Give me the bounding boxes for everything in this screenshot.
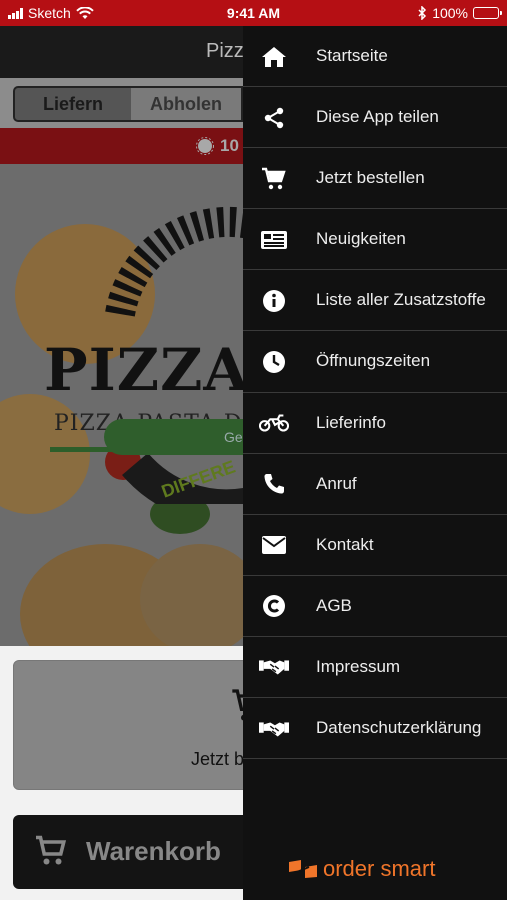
tab-abholen[interactable]: Abholen — [131, 86, 243, 122]
cart-button[interactable]: Warenkorb — [13, 815, 273, 889]
mail-icon — [259, 515, 289, 576]
copyright-icon — [259, 576, 289, 637]
menu-item-label: Jetzt bestellen — [316, 168, 425, 188]
hero-button[interactable]: Ge — [104, 419, 264, 455]
info-icon — [259, 270, 289, 331]
logo-title: PIZZA — [44, 336, 243, 404]
share-icon — [259, 87, 289, 148]
app-title: Pizz — [206, 40, 244, 62]
menu-item-label: Impressum — [316, 656, 401, 676]
brand-logo: order smart — [287, 856, 435, 882]
menu-item-share-app[interactable]: Diese App teilen — [243, 87, 507, 149]
menu-item-privacy[interactable]: Datenschutzerklärung — [243, 698, 507, 760]
hero-button-label: Ge — [224, 429, 243, 445]
menu-item-agb[interactable]: AGB — [243, 576, 507, 637]
menu-item-label: Startseite — [316, 46, 388, 65]
handshake-icon — [259, 698, 289, 759]
status-bar: Sketch 9:41 AM 100% — [0, 0, 507, 26]
motorbike-icon — [259, 393, 289, 454]
clock-icon — [259, 331, 289, 392]
hero-image: PIZZA PIZZA-PASTA-DO DIFFERE — [0, 164, 243, 646]
menu-item-label: Datenschutzerklärung — [316, 718, 482, 738]
drawer-menu: Startseite Diese App teilen Jetzt bestel… — [243, 26, 507, 760]
bluetooth-icon — [418, 6, 427, 20]
brand-name: order smart — [323, 856, 436, 881]
navigation-drawer: Startseite Diese App teilen Jetzt bestel… — [243, 26, 507, 900]
order-smart-logo-icon — [289, 860, 317, 878]
menu-item-imprint[interactable]: Impressum — [243, 637, 507, 699]
menu-item-label: Kontakt — [316, 534, 374, 554]
cart-icon — [36, 835, 67, 865]
menu-item-label: Anruf — [316, 473, 357, 493]
battery-percent: 100% — [432, 5, 468, 21]
menu-item-additives[interactable]: Liste aller Zusatzstoffe — [243, 270, 507, 332]
news-icon — [259, 209, 289, 270]
order-now-card[interactable]: Jetzt b — [13, 660, 273, 790]
menu-item-opening-hours[interactable]: Öffnungszeiten — [243, 331, 507, 393]
battery-icon — [473, 7, 502, 19]
menu-item-label: Diese App teilen — [316, 107, 439, 127]
menu-item-label: AGB — [316, 595, 352, 615]
menu-item-news[interactable]: Neuigkeiten — [243, 209, 507, 271]
home-icon — [259, 26, 289, 87]
handshake-icon — [259, 637, 289, 698]
badge-icon — [196, 137, 214, 155]
menu-item-startseite[interactable]: Startseite — [243, 26, 507, 88]
menu-item-order-now[interactable]: Jetzt bestellen — [243, 148, 507, 210]
order-now-label: Jetzt b — [191, 749, 245, 769]
menu-item-label: Öffnungszeiten — [316, 351, 431, 371]
menu-item-delivery-info[interactable]: Lieferinfo — [243, 393, 507, 454]
menu-item-label: Neuigkeiten — [316, 229, 406, 249]
promo-text: 10 — [220, 136, 239, 155]
tab-liefern[interactable]: Liefern — [13, 86, 133, 122]
phone-icon — [259, 454, 289, 515]
menu-item-label: Lieferinfo — [316, 412, 386, 432]
menu-item-call[interactable]: Anruf — [243, 454, 507, 515]
cart-label: Warenkorb — [86, 836, 221, 866]
cart-icon — [259, 148, 289, 209]
menu-item-contact[interactable]: Kontakt — [243, 515, 507, 576]
menu-item-label: Liste aller Zusatzstoffe — [316, 290, 486, 310]
